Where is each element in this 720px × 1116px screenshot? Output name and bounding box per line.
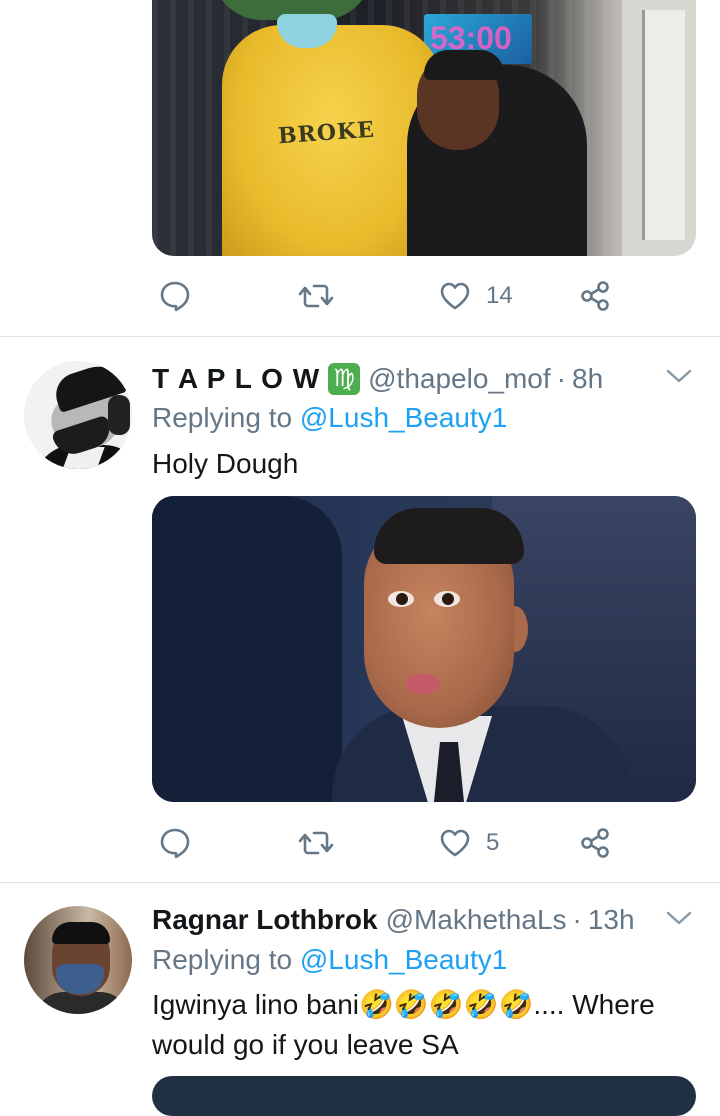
share-icon [581, 828, 609, 858]
photo-eye [434, 591, 460, 607]
tweet-menu-button[interactable] [664, 364, 694, 393]
heart-icon [440, 829, 470, 857]
tweet-header: T A P L O W ♍ @thapelo_mof · 8h [152, 361, 603, 397]
timestamp[interactable]: 8h [572, 363, 603, 395]
like-count: 14 [486, 282, 513, 309]
tweet-media-image[interactable] [152, 1076, 696, 1116]
retweet-icon [298, 284, 334, 308]
share-button[interactable] [578, 823, 612, 863]
reply-button[interactable] [158, 823, 206, 863]
like-count: 5 [486, 829, 500, 856]
photo-arm [152, 496, 342, 802]
share-icon [581, 281, 609, 311]
reply-icon [160, 281, 190, 312]
replying-prefix: Replying to [152, 944, 293, 975]
retweet-button[interactable] [298, 276, 348, 316]
share-button[interactable] [578, 276, 612, 316]
replying-to: Replying to @Lush_Beauty1 [152, 402, 507, 434]
replying-prefix: Replying to [152, 402, 293, 433]
heart-icon [440, 282, 470, 310]
tweet-text: Holy Dough [152, 448, 299, 479]
virgo-badge-icon: ♍ [328, 363, 361, 395]
chevron-down-icon [666, 911, 692, 925]
avatar[interactable] [24, 906, 132, 1014]
chevron-down-icon [666, 369, 692, 383]
photo-door [642, 10, 685, 240]
user-handle[interactable]: @MakhethaLs [386, 904, 567, 936]
retweet-icon [298, 831, 334, 855]
retweet-button[interactable] [298, 823, 348, 863]
photo-person-hair [424, 50, 504, 80]
display-name[interactable]: T A P L O W [152, 363, 320, 395]
like-button[interactable]: 5 [438, 823, 499, 863]
tweet-divider [0, 882, 720, 883]
reply-icon [160, 828, 190, 859]
tweet-media-image[interactable] [152, 496, 696, 802]
tweet-actions: 14 [152, 276, 622, 316]
display-name[interactable]: Ragnar Lothbrok [152, 904, 378, 936]
separator: · [556, 363, 566, 394]
tweet-menu-button[interactable] [664, 906, 694, 935]
mention-link[interactable]: @Lush_Beauty1 [300, 402, 507, 433]
mention-link[interactable]: @Lush_Beauty1 [300, 944, 507, 975]
timestamp[interactable]: 13h [588, 904, 635, 936]
user-handle[interactable]: @thapelo_mof [368, 363, 551, 395]
tweet-actions: 5 [152, 823, 622, 863]
tweet-divider [0, 336, 720, 337]
tweet-header: Ragnar Lothbrok @MakhethaLs · 13h [152, 902, 635, 938]
like-button[interactable]: 14 [438, 276, 513, 316]
tweet-media-image[interactable]: 53:00 BROKE [152, 0, 696, 256]
avatar[interactable] [24, 361, 132, 469]
tweet-text: Igwinya lino bani🤣🤣🤣🤣🤣.... Where would g… [152, 989, 655, 1060]
separator: · [572, 904, 582, 935]
photo-eye [388, 591, 414, 607]
photo-mouth [406, 674, 440, 694]
replying-to: Replying to @Lush_Beauty1 [152, 944, 507, 976]
photo-hair [374, 508, 524, 564]
reply-button[interactable] [158, 276, 206, 316]
